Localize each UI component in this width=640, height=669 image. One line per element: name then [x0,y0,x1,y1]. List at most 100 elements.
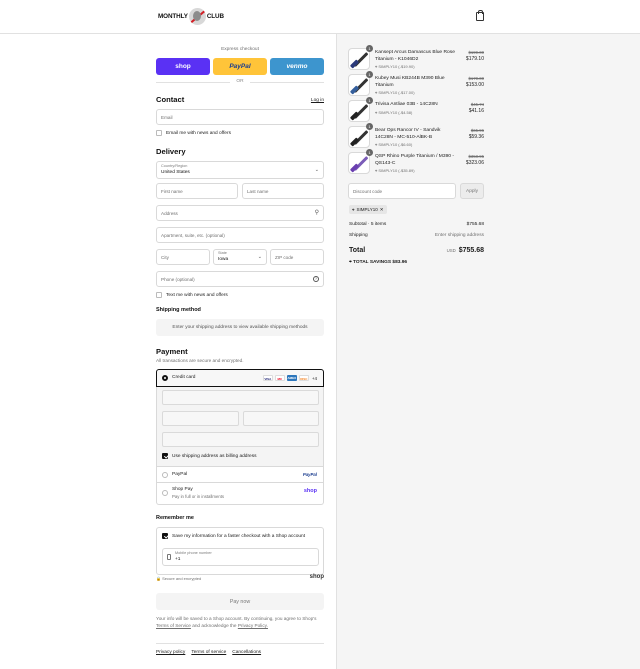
shop-pay-radio[interactable] [162,490,168,496]
last-name-placeholder: Last name [247,188,269,194]
legal-text: Your info will be saved to a Shop accoun… [156,616,317,628]
shipping-method-message: Enter your shipping address to view avai… [156,319,324,336]
state-label: State [218,251,227,255]
product-name: QSP Rhino Purple Titanium / M390 - QS143… [375,154,455,166]
footer-links: Privacy policy Terms of service Cancella… [156,650,261,655]
card-number-field[interactable] [162,390,319,405]
shipping-method-title: Shipping method [156,307,201,313]
shop-pay-option[interactable]: Shop Pay Pay in full or in installments … [156,483,324,505]
shop-pay-button[interactable]: shop [156,58,210,75]
paypal-option[interactable]: PayPal PayPal [156,467,324,483]
quantity-badge: 1 [366,123,373,130]
state-select[interactable]: State Iowa ⌄ [213,249,267,265]
pay-now-button[interactable]: Pay now [156,593,324,610]
phone-field[interactable]: Phone (optional)? [156,271,324,287]
venmo-button[interactable]: venmo [270,58,324,75]
apartment-field[interactable]: Apartment, suite, etc. (optional) [156,227,324,243]
country-label: Country/Region [161,164,188,168]
original-price: $65.96 [470,128,484,133]
discount-placeholder: Discount code [353,188,383,194]
text-news-checkbox[interactable]: Text me with news and offers [156,292,228,298]
checkbox-box[interactable] [162,453,168,459]
discount-tag: ⌖ SIMPLY10 (-$4.58) [375,110,413,115]
or-divider: OR [156,79,324,84]
save-info-label: Save my information for a faster checkou… [172,533,306,539]
discount-tag: ⌖ SIMPLY10 (-$19.90) [375,64,415,69]
country-select[interactable]: Country/Region United States ⌄ [156,161,324,179]
shipping-value: Enter shipping address [434,233,484,238]
footer-cancellations-link[interactable]: Cancellations [232,650,261,655]
first-name-placeholder: First name [161,188,183,194]
first-name-field[interactable]: First name [156,183,238,199]
zip-field[interactable]: ZIP code [270,249,324,265]
address-field[interactable]: Address ⚲ [156,205,324,221]
city-field[interactable]: City [156,249,210,265]
country-value: United States [161,170,190,175]
subtotal-value: $755.68 [466,222,484,227]
sale-price: $323.06 [465,160,484,166]
quantity-badge: 1 [366,71,373,78]
name-on-card-field[interactable] [162,432,319,447]
expiration-field[interactable] [162,411,239,426]
shop-logo-icon: shop [303,488,317,494]
address-placeholder: Address [161,210,178,216]
terms-link[interactable]: Terms of Service [156,623,191,628]
bag-icon[interactable] [476,10,484,21]
text-news-label: Text me with news and offers [166,292,228,298]
sale-price: $153.00 [465,82,484,88]
payment-subtitle: All transactions are secure and encrypte… [156,358,244,363]
secure-label: 🔒 Secure and encrypted [156,576,202,581]
shop-pay-label: Shop Pay [172,487,193,492]
discover-icon: DISC [298,375,309,381]
discount-code-field[interactable]: Discount code [348,183,456,199]
mobile-phone-field[interactable]: Mobile phone number +1 [162,548,319,566]
original-price: $45.74 [470,102,484,107]
original-price: $170.00 [468,76,484,81]
credit-card-label: Credit card [172,375,196,380]
checkbox-box[interactable] [162,533,168,539]
billing-label: Use shipping address as billing address [172,453,257,459]
card-fields-panel: Use shipping address as billing address [156,387,324,467]
sale-price: $59.36 [468,134,484,140]
email-field[interactable]: Email [156,109,324,125]
last-name-field[interactable]: Last name [242,183,324,199]
savings-value: $83.96 [392,260,408,265]
product-name: Bear Ops Rancor IV - Sandvik 14C28N - MC… [375,128,441,140]
chevron-down-icon: ⌄ [257,254,262,260]
savings-row: ⌖ TOTAL SAVINGS $83.96 [349,260,408,265]
more-cards-label: +4 [311,375,317,381]
login-link[interactable]: Log in [311,98,324,103]
shop-pay-sub: Pay in full or in installments [172,494,225,499]
paypal-radio[interactable] [162,472,168,478]
remove-code-icon[interactable]: ✕ [380,207,384,213]
applied-code-tag: ⌖ SIMPLY10 ✕ [349,205,387,214]
help-icon[interactable]: ? [313,276,319,282]
checkbox-box[interactable] [156,292,162,298]
footer-privacy-link[interactable]: Privacy policy [156,650,185,655]
paypal-label: PayPal [172,472,188,477]
credit-card-option[interactable]: Credit card VISA MC AMEX DISC +4 [156,369,324,387]
remember-panel: Save my information for a faster checkou… [156,527,324,575]
contact-title: Contact [156,95,185,104]
chevron-down-icon: ⌄ [314,167,319,173]
applied-code: SIMPLY10 [356,207,378,212]
email-news-checkbox[interactable]: Email me with news and offers [156,130,231,136]
search-icon: ⚲ [314,210,319,216]
sale-price: $41.16 [468,108,484,114]
privacy-link[interactable]: Privacy Policy. [238,623,268,628]
save-info-checkbox[interactable]: Save my information for a faster checkou… [162,533,305,539]
shipping-row: Shipping Enter shipping address [349,233,484,238]
discount-tag: ⌖ SIMPLY10 (-$6.60) [375,142,413,147]
billing-checkbox[interactable]: Use shipping address as billing address [162,453,257,459]
logo[interactable]: MONTHLY CLUB [158,7,224,25]
footer-terms-link[interactable]: Terms of service [191,650,226,655]
credit-card-radio[interactable] [162,375,168,381]
city-placeholder: City [161,254,169,260]
email-news-label: Email me with news and offers [166,130,231,136]
paypal-button[interactable]: PayPal [213,58,267,75]
apply-button[interactable]: Apply [460,183,484,199]
remember-title: Remember me [156,515,194,521]
checkbox-box[interactable] [156,130,162,136]
phone-placeholder: Phone (optional) [161,276,195,282]
security-code-field[interactable] [243,411,319,426]
